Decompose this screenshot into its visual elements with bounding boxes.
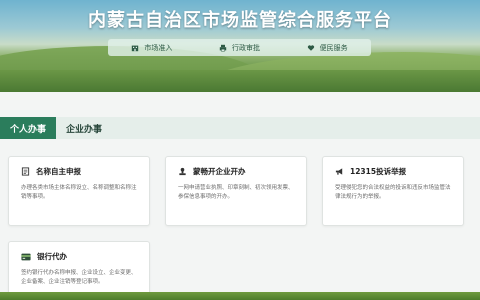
- nav-item-label: 行政审批: [232, 43, 260, 52]
- service-card-name-declaration[interactable]: 名称自主申报 办理各类市场主体名称设立、名称调整和名称注销等事项。: [8, 156, 150, 226]
- header-banner: 内蒙古自治区市场监管综合服务平台 市场准入 行政审批 便民服务: [0, 0, 480, 92]
- card-title: 蒙畅开企业开办: [193, 167, 246, 176]
- heart-hands-icon: [307, 44, 314, 51]
- document-icon: [21, 167, 30, 176]
- card-title: 名称自主申报: [36, 167, 81, 176]
- card-header: 蒙畅开企业开办: [178, 166, 246, 177]
- card-description: 签约银行代办名称申报、企业设立、企业变更、企业备案、企业注销等登记事项。: [21, 270, 137, 285]
- top-nav: 市场准入 行政审批 便民服务: [108, 39, 371, 56]
- card-title: 12315投诉举报: [350, 167, 407, 176]
- nav-item-admin-approval[interactable]: 行政审批: [196, 43, 284, 53]
- nav-item-convenience-service[interactable]: 便民服务: [283, 43, 371, 53]
- tab-personal[interactable]: 个人办事: [0, 117, 56, 139]
- footer-grassland-strip: [0, 292, 480, 300]
- megaphone-icon: [335, 168, 343, 175]
- tab-enterprise[interactable]: 企业办事: [56, 117, 112, 139]
- service-card-12315-complaint[interactable]: 12315投诉举报 受理侵犯您的合法权益的投诉和违反市场监管法律法规行为的举报。: [322, 156, 464, 226]
- bank-card-icon: [21, 253, 31, 260]
- nav-item-label: 市场准入: [144, 43, 173, 52]
- nav-item-label: 便民服务: [319, 43, 348, 52]
- card-header: 银行代办: [21, 251, 67, 262]
- card-title: 银行代办: [37, 252, 67, 261]
- printer-icon: [219, 44, 227, 51]
- page-title: 内蒙古自治区市场监管综合服务平台: [88, 10, 392, 31]
- card-header: 名称自主申报: [21, 166, 81, 177]
- service-card-business-opening[interactable]: 蒙畅开企业开办 一网申请营业执照、印章刻制、初次领用发票、参保信息事项的开办。: [165, 156, 307, 226]
- card-header: 12315投诉举报: [335, 166, 406, 177]
- seal-icon: [179, 167, 186, 176]
- banner-grassland: [0, 70, 480, 92]
- card-description: 受理侵犯您的合法权益的投诉和违反市场监管法律法规行为的举报。: [335, 185, 451, 200]
- nav-item-market-access[interactable]: 市场准入: [108, 43, 196, 53]
- card-description: 办理各类市场主体名称设立、名称调整和名称注销等事项。: [21, 185, 137, 200]
- service-tabs: 个人办事 企业办事: [0, 117, 480, 139]
- building-icon: [132, 45, 139, 51]
- card-description: 一网申请营业执照、印章刻制、初次领用发票、参保信息事项的开办。: [178, 185, 294, 200]
